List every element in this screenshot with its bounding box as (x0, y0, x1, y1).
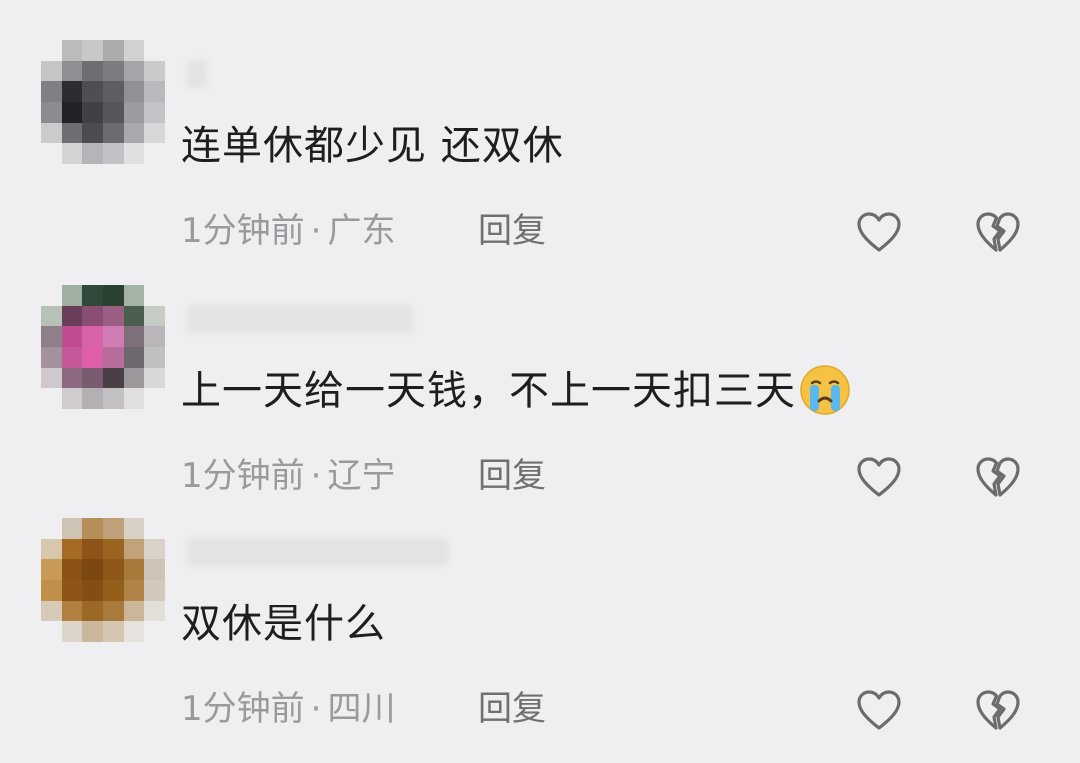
username-blurred[interactable] (187, 305, 413, 333)
comment-location: 四川 (327, 689, 396, 729)
comment-item: 双休是什么 1分钟前 · 四川 回复 (0, 518, 1080, 763)
meta-separator: · (310, 211, 322, 251)
username-blurred[interactable] (187, 60, 207, 88)
comment-time: 1分钟前 (181, 689, 305, 729)
avatar[interactable] (41, 518, 165, 642)
comment-meta: 1分钟前 · 广东 (181, 209, 395, 253)
comment-item: 连单休都少见 还双休 1分钟前 · 广东 回复 (0, 40, 1080, 285)
comment-item: 上一天给一天钱，不上一天扣三天 1分钟前 · 辽宁 回复 (0, 285, 1080, 530)
comment-meta: 1分钟前 · 四川 (181, 687, 395, 731)
comment-location: 广东 (327, 211, 396, 251)
meta-separator: · (310, 689, 322, 729)
comment-time: 1分钟前 (181, 456, 305, 496)
comment-text: 上一天给一天钱，不上一天扣三天 (181, 363, 852, 419)
comment-text: 双休是什么 (181, 601, 386, 647)
comment-time: 1分钟前 (181, 211, 305, 251)
comment-location: 辽宁 (327, 456, 396, 496)
crying-face-icon (800, 365, 850, 415)
broken-heart-icon[interactable] (975, 455, 1021, 501)
meta-separator: · (310, 456, 322, 496)
heart-icon[interactable] (856, 210, 902, 256)
heart-icon[interactable] (856, 688, 902, 734)
comment-text: 连单休都少见 还双休 (181, 123, 564, 169)
broken-heart-icon[interactable] (975, 210, 1021, 256)
username-blurred[interactable] (187, 538, 449, 566)
reply-button[interactable]: 回复 (478, 687, 546, 731)
comment-meta: 1分钟前 · 辽宁 (181, 454, 395, 498)
comment-text-content: 上一天给一天钱，不上一天扣三天 (181, 368, 796, 414)
reply-button[interactable]: 回复 (478, 454, 546, 498)
heart-icon[interactable] (856, 455, 902, 501)
reply-button[interactable]: 回复 (478, 209, 546, 253)
avatar[interactable] (41, 285, 165, 409)
avatar[interactable] (41, 40, 165, 164)
broken-heart-icon[interactable] (975, 688, 1021, 734)
